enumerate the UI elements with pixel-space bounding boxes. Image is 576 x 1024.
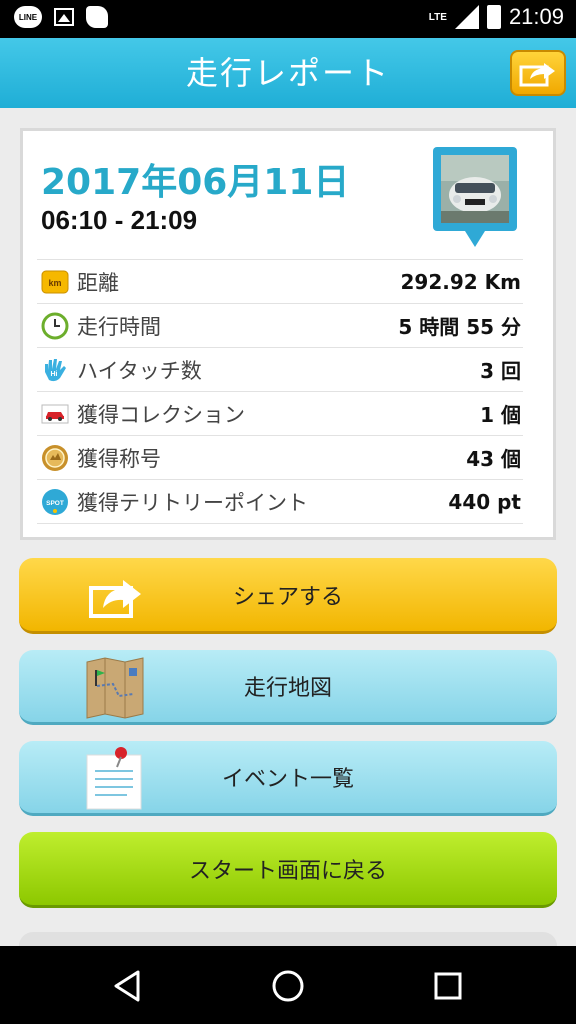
stat-row-drive-time: 走行時間 5 時間 55 分 [37,303,523,347]
stat-value: 5 時間 55 分 [398,315,521,339]
spot-icon: SPOT [41,488,69,516]
page-title: 走行レポート [185,54,390,92]
stat-row-hightouch: Hi ハイタッチ数 3 回 [37,347,523,391]
stat-value: 3 回 [480,359,521,383]
header-share-button[interactable] [510,50,566,96]
stat-label: 走行時間 [77,314,161,339]
status-bar: LINE LTE 21:09 [0,0,576,38]
route-map-button-label: 走行地図 [243,676,332,701]
home-icon[interactable] [268,966,308,1006]
back-icon[interactable] [108,966,148,1006]
system-nav-bar [0,946,576,1024]
car-icon [41,400,69,428]
share-button-label: シェアする [232,584,343,610]
recent-apps-icon[interactable] [428,966,468,1006]
app-header: 走行レポート [0,38,576,108]
stat-value: 292.92 Km [400,269,521,294]
stat-row-titles: 獲得称号 43 個 [37,435,523,479]
line-icon: LINE [14,6,42,28]
share-icon [519,63,555,87]
image-icon [54,8,74,26]
stat-label: 獲得称号 [77,446,161,471]
stat-row-collection: 獲得コレクション 1 個 [37,391,523,435]
back-to-start-button[interactable]: スタート画面に戻る [19,832,557,908]
stat-label: ハイタッチ数 [77,358,202,383]
bird-icon [86,6,108,28]
battery-icon [486,5,501,29]
event-list-button-label: イベント一覧 [221,767,354,792]
stat-value: 440 pt [448,489,521,514]
report-card: 2017年06月11日 06:10 - 21:09 km 距離 292.92 K… [20,128,556,540]
hightouch-icon: Hi [41,356,69,384]
medal-icon [41,444,69,472]
route-map-button[interactable]: 走行地図 [19,650,557,725]
status-time: 21:09 [508,4,564,29]
share-button[interactable]: シェアする [19,558,557,634]
stat-label: 獲得コレクション [77,402,245,427]
network-type: LTE [428,11,447,23]
clock-icon [41,312,69,340]
vehicle-photo-pin[interactable] [431,145,519,251]
stats-list: km 距離 292.92 Km 走行時間 5 時間 55 分 Hi ハイタッチ数… [37,259,523,524]
stat-row-territory: SPOT 獲得テリトリーポイント 440 pt [37,479,523,524]
back-to-start-button-label: スタート画面に戻る [188,858,387,884]
svg-text:Hi: Hi [51,371,58,378]
km-icon: km [41,268,69,296]
stat-label: 獲得テリトリーポイント [77,490,308,515]
stat-label: 距離 [77,270,119,295]
signal-icon [454,5,479,29]
stat-value: 43 個 [466,447,521,471]
stat-row-distance: km 距離 292.92 Km [37,259,523,303]
report-date: 2017年06月11日 [41,162,350,203]
report-time-range: 06:10 - 21:09 [41,205,198,235]
stat-value: 1 個 [480,403,521,427]
event-list-button[interactable]: イベント一覧 [19,741,557,816]
svg-text:km: km [48,278,61,288]
svg-text:SPOT: SPOT [46,500,64,507]
